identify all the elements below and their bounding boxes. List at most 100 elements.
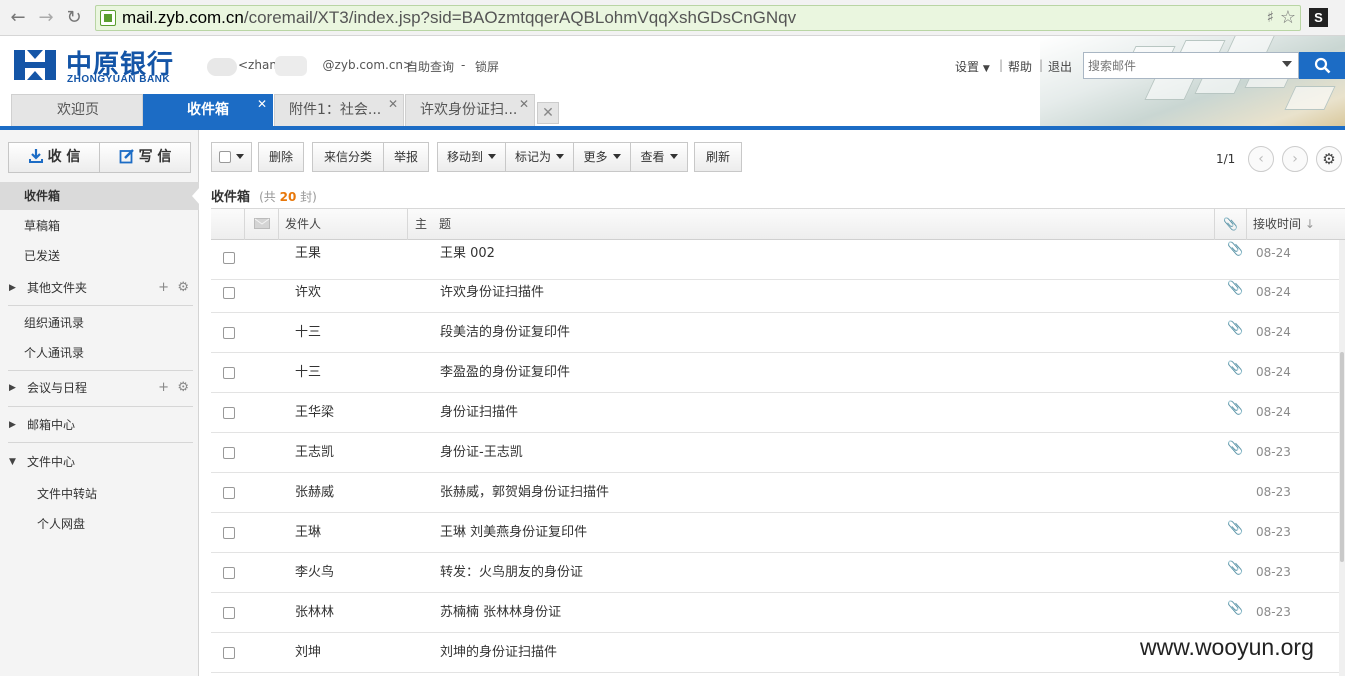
reload-icon[interactable]: ↻ bbox=[62, 6, 86, 30]
row-subject[interactable]: 身份证-王志凯 bbox=[440, 439, 523, 466]
select-all-dropdown[interactable] bbox=[211, 142, 252, 172]
row-subject[interactable]: 刘坤的身份证扫描件 bbox=[440, 639, 557, 666]
sidebar-item-mailbox-center[interactable]: ▶ 邮箱中心 bbox=[0, 411, 199, 439]
close-all-tabs-icon[interactable]: ✕ bbox=[537, 102, 559, 124]
row-subject[interactable]: 转发：火鸟朋友的身份证 bbox=[440, 559, 583, 586]
mail-row[interactable]: 李火鸟 转发：火鸟朋友的身份证 📎 08-23 bbox=[211, 553, 1339, 593]
forward-arrow-icon[interactable]: → bbox=[34, 6, 58, 30]
expand-arrow-icon[interactable]: ▶ bbox=[9, 411, 16, 439]
expand-arrow-icon[interactable]: ▶ bbox=[9, 274, 16, 302]
collapse-arrow-icon[interactable]: ▼ bbox=[9, 448, 16, 476]
row-checkbox[interactable] bbox=[223, 607, 235, 619]
sidebar-item-drafts[interactable]: 草稿箱 bbox=[0, 212, 199, 240]
sidebar-item-inbox[interactable]: 收件箱 bbox=[0, 182, 200, 210]
header-dash: - bbox=[461, 58, 466, 72]
row-checkbox[interactable] bbox=[223, 487, 235, 499]
row-checkbox[interactable] bbox=[223, 647, 235, 659]
close-icon[interactable]: ✕ bbox=[257, 95, 267, 119]
sidebar-item-sent[interactable]: 已发送 bbox=[0, 242, 199, 270]
attachment-column-header[interactable]: 📎 bbox=[1215, 209, 1247, 240]
row-checkbox[interactable] bbox=[223, 327, 235, 339]
row-subject[interactable]: 王果 002 bbox=[440, 240, 495, 267]
mail-row[interactable]: 王志凯 身份证-王志凯 📎 08-23 bbox=[211, 433, 1339, 473]
read-status-column[interactable] bbox=[245, 209, 279, 240]
row-checkbox[interactable] bbox=[223, 447, 235, 459]
gear-icon[interactable]: ⚙ bbox=[177, 280, 189, 295]
prev-page-icon[interactable]: ‹ bbox=[1248, 146, 1274, 172]
expand-arrow-icon[interactable]: ▶ bbox=[9, 374, 16, 402]
receive-button[interactable]: 收 信 bbox=[9, 143, 99, 172]
row-checkbox[interactable] bbox=[223, 527, 235, 539]
sidebar-label: 草稿箱 bbox=[24, 219, 61, 233]
row-subject[interactable]: 张赫威，郭贺娟身份证扫描件 bbox=[440, 479, 609, 506]
sidebar-item-org-contacts[interactable]: 组织通讯录 bbox=[0, 309, 199, 337]
sidebar-item-personal-disk[interactable]: 个人网盘 bbox=[0, 510, 199, 538]
mail-row[interactable]: 张林林 苏楠楠 张林林身份证 📎 08-23 bbox=[211, 593, 1339, 633]
delete-button[interactable]: 删除 bbox=[258, 142, 304, 172]
select-all-checkbox[interactable] bbox=[219, 151, 231, 163]
sidebar-item-personal-contacts[interactable]: 个人通讯录 bbox=[0, 339, 199, 367]
refresh-button[interactable]: 刷新 bbox=[694, 142, 742, 172]
mark-as-button[interactable]: 标记为 bbox=[505, 142, 574, 172]
key-icon[interactable]: ♯ bbox=[1267, 8, 1274, 26]
add-icon[interactable]: + bbox=[158, 380, 169, 395]
close-icon[interactable]: ✕ bbox=[388, 95, 398, 119]
back-arrow-icon[interactable]: ← bbox=[6, 6, 30, 30]
settings-link[interactable]: 设置 ▼ bbox=[955, 58, 990, 75]
help-link[interactable]: 帮助 bbox=[1008, 58, 1032, 75]
tab-welcome[interactable]: 欢迎页 bbox=[11, 94, 143, 126]
mail-row[interactable]: 王华梁 身份证扫描件 📎 08-24 bbox=[211, 393, 1339, 433]
row-checkbox[interactable] bbox=[223, 407, 235, 419]
gear-icon[interactable]: ⚙ bbox=[177, 380, 189, 395]
logout-link[interactable]: 退出 bbox=[1048, 58, 1072, 75]
mail-row[interactable]: 十三 段美洁的身份证复印件 📎 08-24 bbox=[211, 313, 1339, 353]
tab-xuhuan-scan[interactable]: 许欢身份证扫... ✕ bbox=[405, 94, 535, 126]
sidebar-item-meetings[interactable]: ▶ 会议与日程 + ⚙ bbox=[0, 374, 199, 402]
subject-column-header[interactable]: 主 题 bbox=[408, 209, 1215, 240]
lock-screen-link[interactable]: 锁屏 bbox=[475, 58, 499, 75]
address-bar[interactable]: mail.zyb.com.cn/coremail/XT3/index.jsp?s… bbox=[95, 5, 1301, 31]
mail-row[interactable]: 王琳 王琳 刘美燕身份证复印件 📎 08-23 bbox=[211, 513, 1339, 553]
row-subject[interactable]: 李盈盈的身份证复印件 bbox=[440, 359, 570, 386]
more-button[interactable]: 更多 bbox=[573, 142, 631, 172]
row-checkbox[interactable] bbox=[223, 567, 235, 579]
scrollbar[interactable] bbox=[1339, 240, 1345, 676]
sidebar-item-other-folders[interactable]: ▶ 其他文件夹 + ⚙ bbox=[0, 274, 199, 302]
sidebar-item-file-center[interactable]: ▼ 文件中心 bbox=[0, 448, 199, 476]
mail-row[interactable]: 十三 李盈盈的身份证复印件 📎 08-24 bbox=[211, 353, 1339, 393]
tab-inbox[interactable]: 收件箱 ✕ bbox=[143, 94, 273, 126]
search-box[interactable] bbox=[1083, 52, 1299, 79]
close-icon[interactable]: ✕ bbox=[519, 95, 529, 119]
mail-row[interactable]: 许欢 许欢身份证扫描件 📎 08-24 bbox=[211, 273, 1339, 313]
search-input[interactable] bbox=[1088, 57, 1274, 75]
view-button[interactable]: 查看 bbox=[630, 142, 688, 172]
date-column-header[interactable]: 接收时间 ↓ bbox=[1247, 209, 1345, 240]
search-dropdown-icon[interactable] bbox=[1282, 61, 1292, 67]
tab-attachment[interactable]: 附件1：社会... ✕ bbox=[274, 94, 404, 126]
row-checkbox[interactable] bbox=[223, 367, 235, 379]
row-subject[interactable]: 王琳 刘美燕身份证复印件 bbox=[440, 519, 587, 546]
sidebar-item-file-transfer[interactable]: 文件中转站 bbox=[0, 480, 199, 508]
scroll-thumb[interactable] bbox=[1340, 352, 1344, 562]
sort-button[interactable]: 来信分类 bbox=[312, 142, 384, 172]
self-query-link[interactable]: 自助查询 bbox=[406, 58, 454, 75]
compose-button[interactable]: 写 信 bbox=[100, 143, 190, 172]
row-subject[interactable]: 段美洁的身份证复印件 bbox=[440, 319, 570, 346]
search-button[interactable] bbox=[1299, 52, 1345, 79]
add-icon[interactable]: + bbox=[158, 280, 169, 295]
mail-row[interactable]: 张赫威 张赫威，郭贺娟身份证扫描件 08-23 bbox=[211, 473, 1339, 513]
bookmark-star-icon[interactable]: ☆ bbox=[1280, 7, 1296, 28]
sender-column-header[interactable]: 发件人 bbox=[279, 209, 408, 240]
move-to-button[interactable]: 移动到 bbox=[437, 142, 506, 172]
row-subject[interactable]: 许欢身份证扫描件 bbox=[440, 279, 544, 306]
row-checkbox[interactable] bbox=[223, 287, 235, 299]
next-page-icon[interactable]: › bbox=[1282, 146, 1308, 172]
row-subject[interactable]: 苏楠楠 张林林身份证 bbox=[440, 599, 561, 626]
report-button[interactable]: 举报 bbox=[383, 142, 429, 172]
row-checkbox[interactable] bbox=[223, 252, 235, 264]
compose-label: 写 信 bbox=[138, 149, 172, 165]
row-subject[interactable]: 身份证扫描件 bbox=[440, 399, 518, 426]
attachment-icon: 📎 bbox=[1227, 521, 1244, 536]
gear-icon[interactable]: ⚙ bbox=[1316, 146, 1342, 172]
extension-icon[interactable]: S bbox=[1309, 8, 1328, 27]
